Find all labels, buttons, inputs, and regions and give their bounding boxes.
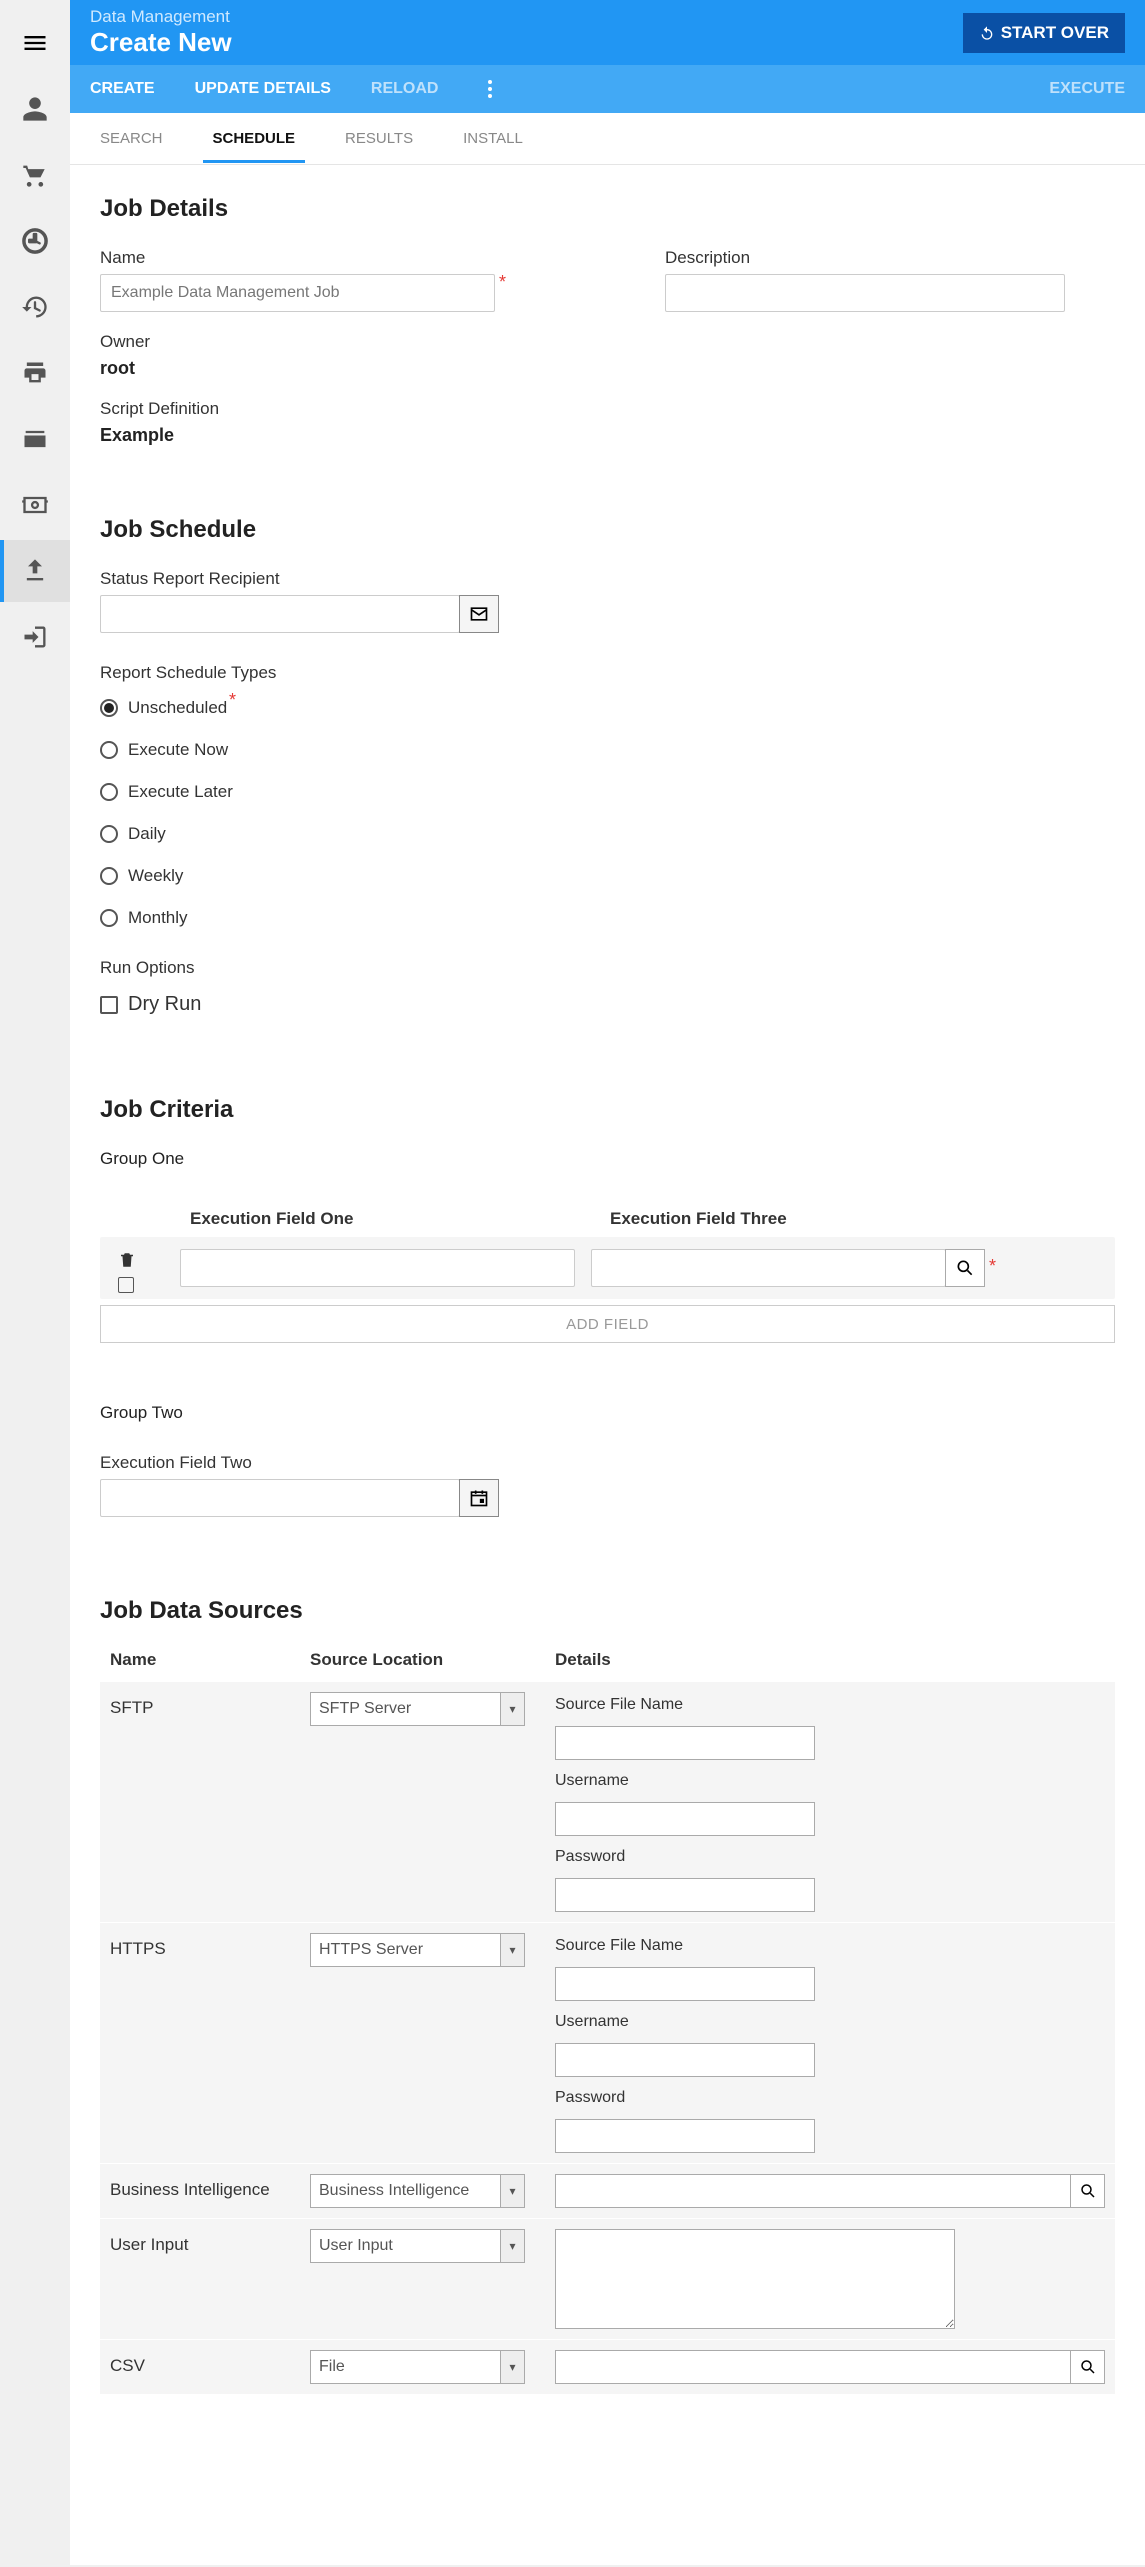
exec-field-two-input[interactable] [100, 1479, 460, 1517]
group-two-title: Group Two [100, 1403, 1115, 1423]
ds-row: CSVFile▾ [100, 2340, 1115, 2395]
ds-name: User Input [110, 2229, 310, 2329]
payment-icon[interactable] [0, 474, 70, 536]
ds-header-location: Source Location [310, 1650, 555, 1670]
ds-search-input[interactable] [555, 2350, 1071, 2384]
create-button[interactable]: CREATE [90, 80, 155, 98]
ds-row: HTTPSHTTPS Server▾ Source File Name Userna… [100, 1923, 1115, 2164]
ds-select[interactable]: File▾ [310, 2350, 525, 2384]
recipient-input[interactable] [100, 595, 460, 633]
description-input[interactable] [665, 274, 1065, 312]
reload-button[interactable]: RELOAD [371, 80, 439, 98]
owner-label: Owner [100, 332, 630, 352]
trash-icon[interactable] [118, 1251, 136, 1269]
tab-install[interactable]: INSTALL [453, 114, 533, 163]
mail-icon [469, 604, 489, 624]
ds-name: CSV [110, 2350, 310, 2384]
owner-value: root [100, 358, 630, 379]
ds-select[interactable]: SFTP Server▾ [310, 1692, 525, 1726]
ds-header-details: Details [555, 1650, 1115, 1670]
ds-source-file-label: Source File Name [555, 1937, 1105, 1955]
ds-row: SFTPSFTP Server▾ Source File Name Username… [100, 1682, 1115, 1923]
section-job-schedule: Job Schedule [100, 516, 1115, 544]
row-checkbox[interactable] [118, 1277, 134, 1293]
start-over-button[interactable]: START OVER [963, 13, 1125, 53]
ds-username-input[interactable] [555, 2043, 815, 2077]
ds-row: User InputUser Input▾ [100, 2219, 1115, 2340]
search-button[interactable] [945, 1249, 985, 1287]
search-icon [955, 1258, 975, 1278]
ds-row: Business IntelligenceBusiness Intelligen… [100, 2164, 1115, 2219]
section-job-criteria: Job Criteria [100, 1096, 1115, 1124]
ds-search-button[interactable] [1071, 2174, 1105, 2208]
ds-select[interactable]: HTTPS Server▾ [310, 1933, 525, 1967]
script-label: Script Definition [100, 399, 630, 419]
ds-source-file-input[interactable] [555, 1726, 815, 1760]
scan-icon[interactable] [0, 408, 70, 470]
tab-schedule[interactable]: SCHEDULE [203, 114, 306, 163]
radio-execute-now[interactable]: Execute Now [100, 740, 1115, 760]
radio-execute-later[interactable]: Execute Later [100, 782, 1115, 802]
clock-icon[interactable] [0, 210, 70, 272]
required-indicator: * [499, 272, 506, 293]
cart-icon[interactable] [0, 144, 70, 206]
name-label: Name [100, 248, 630, 268]
history-icon[interactable] [0, 276, 70, 338]
tab-search[interactable]: SEARCH [90, 114, 173, 163]
section-job-details: Job Details [100, 195, 1115, 223]
radio-unscheduled[interactable]: Unscheduled * [100, 698, 1115, 718]
page-title: Create New [90, 27, 232, 58]
section-data-sources: Job Data Sources [100, 1597, 1115, 1625]
ds-search-button[interactable] [1071, 2350, 1105, 2384]
ds-source-file-input[interactable] [555, 1967, 815, 2001]
ds-select[interactable]: User Input▾ [310, 2229, 525, 2263]
recipient-label: Status Report Recipient [100, 569, 1115, 589]
breadcrumb: Data Management [90, 7, 232, 27]
radio-weekly[interactable]: Weekly [100, 866, 1115, 886]
user-icon[interactable] [0, 78, 70, 140]
ds-username-label: Username [555, 1772, 1105, 1790]
ds-name: Business Intelligence [110, 2174, 310, 2208]
script-value: Example [100, 425, 630, 446]
ds-password-input[interactable] [555, 2119, 815, 2153]
ds-textarea[interactable] [555, 2229, 955, 2329]
mail-button[interactable] [459, 595, 499, 633]
radio-daily[interactable]: Daily [100, 824, 1115, 844]
schedule-types-label: Report Schedule Types [100, 663, 1115, 683]
print-icon[interactable] [0, 342, 70, 404]
ds-username-input[interactable] [555, 1802, 815, 1836]
ds-password-label: Password [555, 2089, 1105, 2107]
radio-monthly[interactable]: Monthly [100, 908, 1115, 928]
ds-password-label: Password [555, 1848, 1105, 1866]
run-options-label: Run Options [100, 958, 1115, 978]
exec-field-two-label: Execution Field Two [100, 1453, 1115, 1473]
exec-field-one-input[interactable] [180, 1249, 575, 1287]
calendar-button[interactable] [459, 1479, 499, 1517]
ds-name: HTTPS [110, 1933, 310, 2153]
update-details-button[interactable]: UPDATE DETAILS [195, 80, 331, 98]
tab-results[interactable]: RESULTS [335, 114, 423, 163]
login-icon[interactable] [0, 606, 70, 668]
calendar-icon [469, 1488, 489, 1508]
execute-button[interactable]: EXECUTE [1049, 80, 1125, 98]
ds-select[interactable]: Business Intelligence▾ [310, 2174, 525, 2208]
exec-field-one-header: Execution Field One [190, 1209, 590, 1229]
description-label: Description [665, 248, 1065, 268]
exec-field-three-header: Execution Field Three [610, 1209, 1010, 1229]
ds-search-input[interactable] [555, 2174, 1071, 2208]
ds-header-name: Name [110, 1650, 310, 1670]
more-menu-icon[interactable] [478, 77, 502, 101]
menu-icon[interactable] [0, 12, 70, 74]
group-one-title: Group One [100, 1149, 1115, 1169]
exec-field-three-input[interactable] [591, 1249, 946, 1287]
dry-run-checkbox[interactable]: Dry Run [100, 993, 1115, 1016]
upload-icon[interactable] [0, 540, 70, 602]
ds-username-label: Username [555, 2013, 1105, 2031]
add-field-button[interactable]: ADD FIELD [100, 1305, 1115, 1343]
ds-password-input[interactable] [555, 1878, 815, 1912]
ds-name: SFTP [110, 1692, 310, 1912]
name-input[interactable] [100, 274, 495, 312]
ds-source-file-label: Source File Name [555, 1696, 1105, 1714]
